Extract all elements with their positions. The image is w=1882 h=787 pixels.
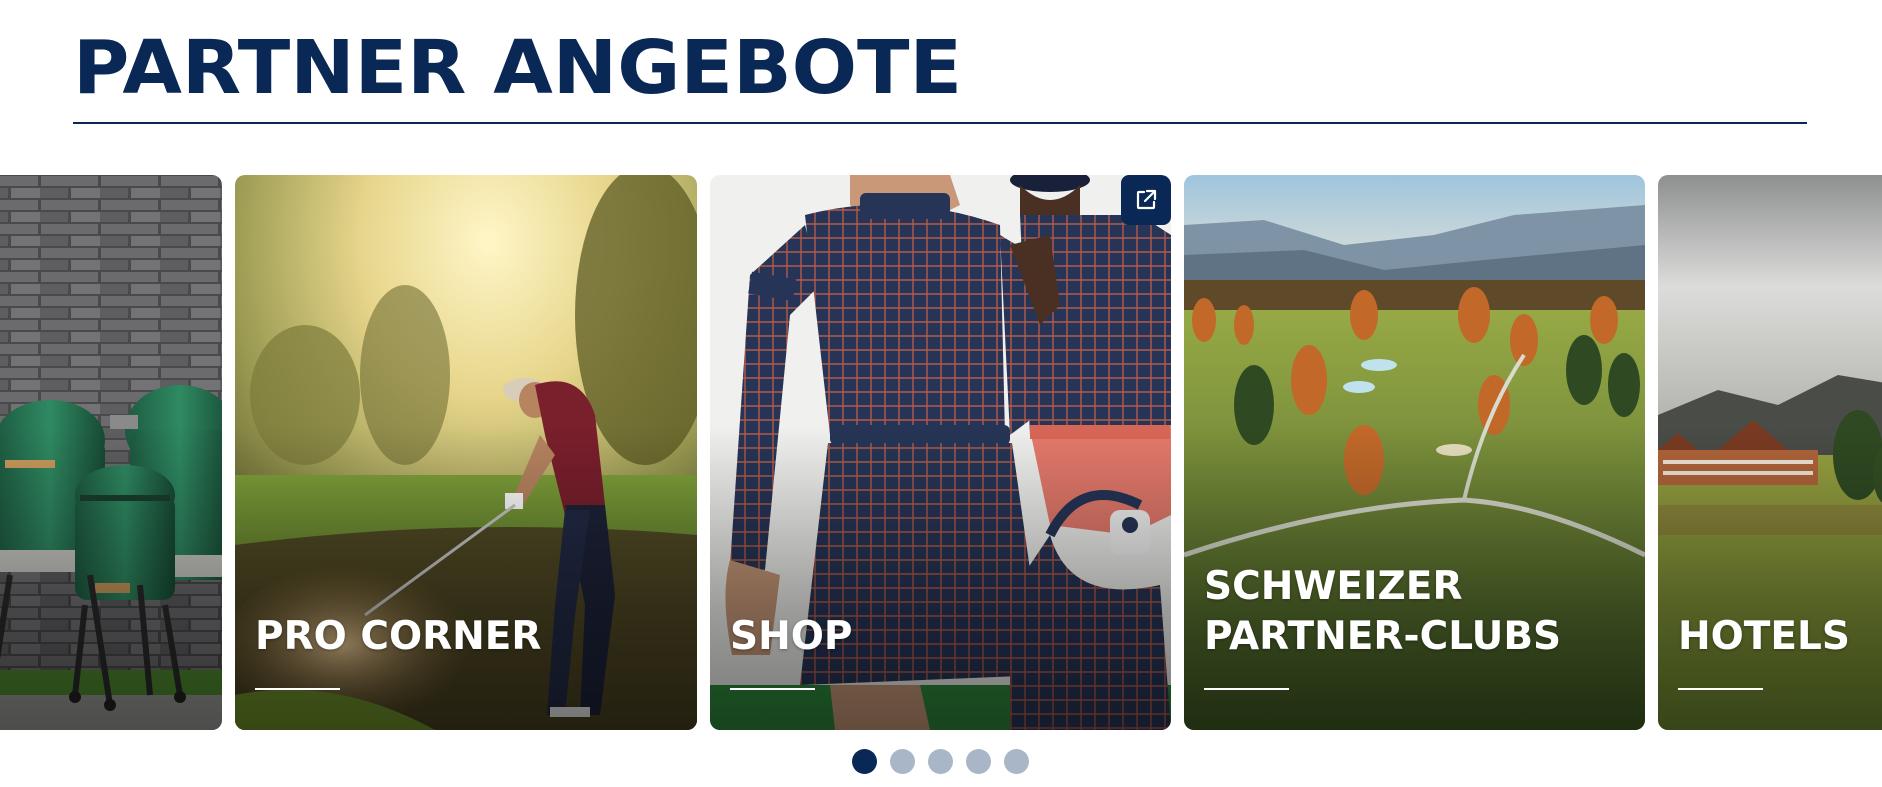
- page-title: PARTNER ANGEBOTE: [73, 25, 963, 111]
- pagination-dot-5[interactable]: [1004, 749, 1029, 774]
- pagination-dot-1[interactable]: [852, 749, 877, 774]
- title-divider: [73, 122, 1807, 124]
- card-title: PRO CORNER: [255, 614, 542, 659]
- card-title-underline: [255, 688, 340, 690]
- card-shade: [710, 424, 1171, 730]
- external-link-button[interactable]: [1121, 175, 1171, 225]
- card-title: SHOP: [730, 614, 853, 659]
- card-title: SCHWEIZER PARTNER-CLUBS: [1204, 564, 1562, 659]
- pagination-dot-4[interactable]: [966, 749, 991, 774]
- card-shade: [235, 424, 697, 730]
- external-link-icon: [1136, 189, 1157, 210]
- card-shade: [0, 424, 222, 730]
- partner-carousel[interactable]: PRO CORNER SHOP SCHWEIZER PARTNER-CLUBS …: [0, 175, 1882, 730]
- partner-card-grills[interactable]: [0, 175, 222, 730]
- card-title-underline: [1204, 688, 1289, 690]
- partner-card-schweizer-partner-clubs[interactable]: SCHWEIZER PARTNER-CLUBS: [1184, 175, 1645, 730]
- pagination-dot-2[interactable]: [890, 749, 915, 774]
- partner-card-shop[interactable]: SHOP: [710, 175, 1171, 730]
- card-title-underline: [730, 688, 815, 690]
- card-title-underline: [1678, 688, 1763, 690]
- partner-card-pro-corner[interactable]: PRO CORNER: [235, 175, 697, 730]
- partner-card-hotels[interactable]: HOTELS: [1658, 175, 1882, 730]
- card-title: HOTELS: [1678, 614, 1850, 659]
- pagination-dot-3[interactable]: [928, 749, 953, 774]
- carousel-pagination: [852, 749, 1029, 774]
- card-shade: [1658, 424, 1882, 730]
